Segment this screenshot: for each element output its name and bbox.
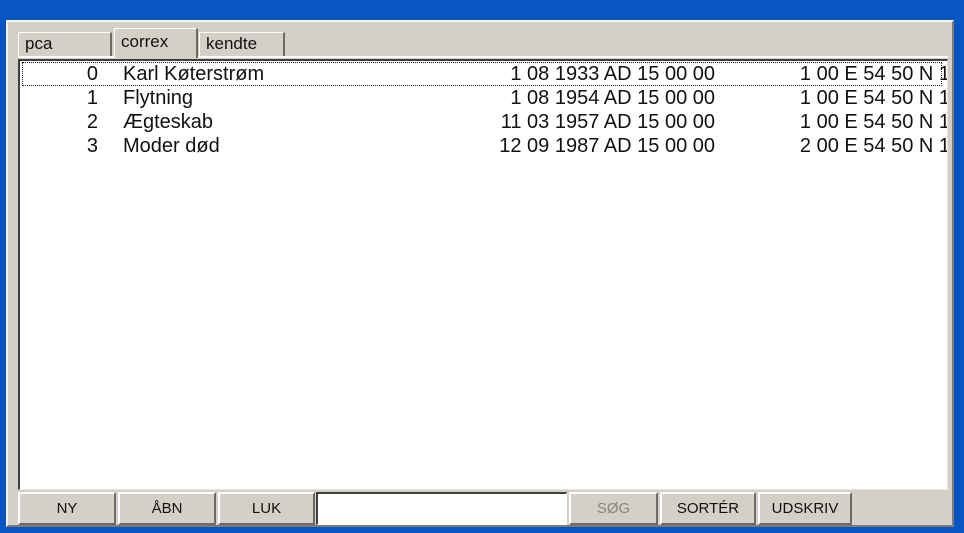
list-item[interactable]: 2 Ægteskab 11 03 1957 AD 15 00 00 1 00 E… [22,110,947,134]
print-button[interactable]: UDSKRIV [758,492,852,525]
event-date: 11 03 1957 AD 15 00 00 [500,111,715,133]
event-number: 3 [86,135,98,157]
search-input[interactable] [316,492,567,525]
event-list[interactable]: 0 Karl Køterstrøm 1 08 1933 AD 15 00 00 … [18,59,948,490]
tab-pca[interactable]: pca [18,32,112,56]
event-coordinates: 1 00 E 54 50 N 1 [799,111,948,133]
event-number: 1 [86,87,98,109]
list-item[interactable]: 0 Karl Køterstrøm 1 08 1933 AD 15 00 00 … [22,62,947,86]
open-button[interactable]: ÅBN [118,492,216,525]
tab-correx[interactable]: correx [114,28,198,58]
event-coordinates: 2 00 E 54 50 N 1 [799,135,948,157]
search-button[interactable]: SØG [569,492,658,525]
event-number: 0 [86,63,98,85]
list-item[interactable]: 3 Moder død 12 09 1987 AD 15 00 00 2 00 … [22,134,947,158]
application-window: pca correx kendte 0 Karl Køterstrøm 1 08… [6,20,954,527]
tab-pca-label: pca [25,34,53,53]
event-name: Karl Køterstrøm [123,63,265,85]
event-date: 1 08 1954 AD 15 00 00 [510,87,715,109]
tab-kendte[interactable]: kendte [199,32,285,56]
event-date: 12 09 1987 AD 15 00 00 [499,135,715,157]
event-name: Flytning [123,87,194,109]
event-coordinates: 1 00 E 54 50 N 1 [799,87,948,109]
close-button[interactable]: LUK [218,492,315,525]
list-item[interactable]: 1 Flytning 1 08 1954 AD 15 00 00 1 00 E … [22,86,947,110]
event-coordinates: 1 00 E 54 50 N 1 [799,63,948,85]
tab-correx-label: correx [121,32,169,51]
tab-strip: pca correx kendte [18,28,948,58]
tab-kendte-label: kendte [206,34,258,53]
toolbar: NY ÅBN LUK SØG SORTÉR UDSKRIV [18,492,948,526]
event-name: Moder død [123,135,220,157]
sort-button[interactable]: SORTÉR [660,492,756,525]
event-number: 2 [86,111,98,133]
event-name: Ægteskab [123,111,214,133]
event-date: 1 08 1933 AD 15 00 00 [510,63,715,85]
new-button[interactable]: NY [18,492,116,525]
